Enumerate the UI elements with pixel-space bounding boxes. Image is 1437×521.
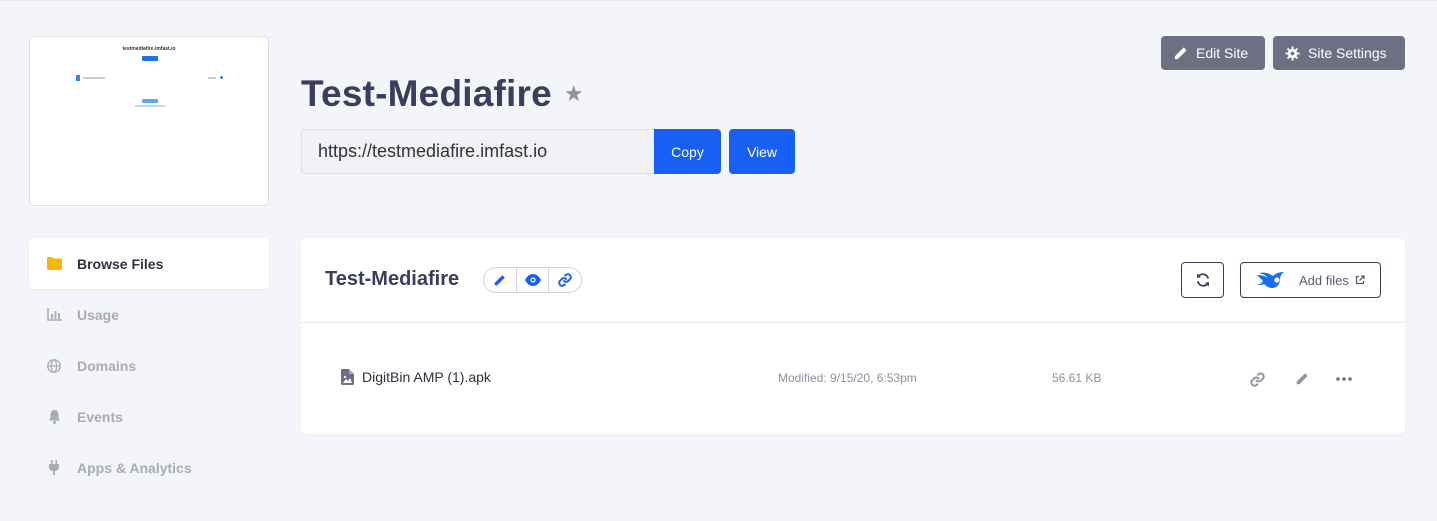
file-image-icon bbox=[341, 369, 354, 385]
pencil-icon bbox=[1296, 373, 1308, 385]
sidebar-item-domains[interactable]: Domains bbox=[29, 340, 269, 391]
refresh-icon bbox=[1196, 273, 1209, 287]
pencil-icon bbox=[1174, 46, 1187, 59]
thumbnail-title: testmediafire.imfast.io bbox=[122, 46, 176, 52]
external-link-icon bbox=[1355, 275, 1365, 285]
add-files-button[interactable]: Add files bbox=[1240, 262, 1381, 298]
site-settings-label: Site Settings bbox=[1308, 45, 1387, 61]
site-quick-actions bbox=[483, 267, 582, 293]
page-title: Test-Mediafire ★ bbox=[301, 73, 584, 115]
copy-button[interactable]: Copy bbox=[654, 129, 721, 174]
file-size: 56.61 KB bbox=[1052, 371, 1102, 385]
site-url-field[interactable]: https://testmediafire.imfast.io bbox=[301, 129, 655, 174]
plug-icon bbox=[46, 460, 62, 476]
sidebar-item-events[interactable]: Events bbox=[29, 391, 269, 442]
sidebar-item-label: Domains bbox=[77, 357, 137, 374]
edit-site-button[interactable]: Edit Site bbox=[1161, 36, 1265, 70]
edit-site-label: Edit Site bbox=[1196, 45, 1249, 61]
site-name: Test-Mediafire bbox=[301, 73, 552, 114]
sidebar-item-label: Usage bbox=[77, 306, 120, 323]
sidebar-item-label: Browse Files bbox=[77, 255, 164, 272]
link-icon bbox=[1249, 371, 1265, 387]
file-modified: Modified: 9/15/20, 6:53pm bbox=[778, 371, 917, 385]
sidebar-item-label: Events bbox=[77, 408, 123, 425]
link-icon bbox=[558, 273, 572, 287]
files-panel: Test-Mediafire Add files DigitBin AMP (1… bbox=[301, 238, 1405, 434]
view-quick-button[interactable] bbox=[517, 268, 550, 292]
sidebar-item-apps-analytics[interactable]: Apps & Analytics bbox=[29, 442, 269, 493]
folder-icon bbox=[46, 256, 62, 272]
file-row[interactable]: DigitBin AMP (1).apk Modified: 9/15/20, … bbox=[301, 323, 1405, 434]
refresh-button[interactable] bbox=[1181, 262, 1224, 298]
sidebar-nav: Browse Files Usage Domains Events Apps &… bbox=[29, 238, 269, 493]
gear-icon bbox=[1285, 45, 1300, 61]
file-name-text: DigitBin AMP (1).apk bbox=[362, 369, 491, 385]
link-quick-button[interactable] bbox=[549, 268, 581, 292]
more-options-button[interactable] bbox=[1334, 369, 1354, 389]
view-button[interactable]: View bbox=[729, 129, 795, 174]
eye-icon bbox=[524, 274, 541, 286]
globe-icon bbox=[46, 358, 62, 374]
pencil-icon bbox=[494, 274, 506, 285]
sidebar-item-usage[interactable]: Usage bbox=[29, 289, 269, 340]
site-settings-button[interactable]: Site Settings bbox=[1273, 36, 1405, 70]
rename-file-button[interactable] bbox=[1292, 369, 1312, 389]
sidebar-item-browse-files[interactable]: Browse Files bbox=[29, 238, 269, 289]
file-name[interactable]: DigitBin AMP (1).apk bbox=[341, 369, 491, 385]
panel-header: Test-Mediafire Add files bbox=[301, 238, 1405, 323]
chart-icon bbox=[46, 307, 62, 323]
edit-quick-button[interactable] bbox=[484, 268, 517, 292]
more-icon bbox=[1336, 377, 1352, 381]
site-thumbnail[interactable]: testmediafire.imfast.io bbox=[29, 36, 269, 206]
panel-title: Test-Mediafire bbox=[325, 268, 460, 290]
sidebar-item-label: Apps & Analytics bbox=[77, 459, 192, 476]
star-icon[interactable]: ★ bbox=[564, 81, 584, 107]
mediafire-icon bbox=[1257, 272, 1284, 288]
copy-link-button[interactable] bbox=[1247, 369, 1267, 389]
bell-icon bbox=[46, 409, 62, 425]
add-files-label: Add files bbox=[1299, 272, 1349, 288]
